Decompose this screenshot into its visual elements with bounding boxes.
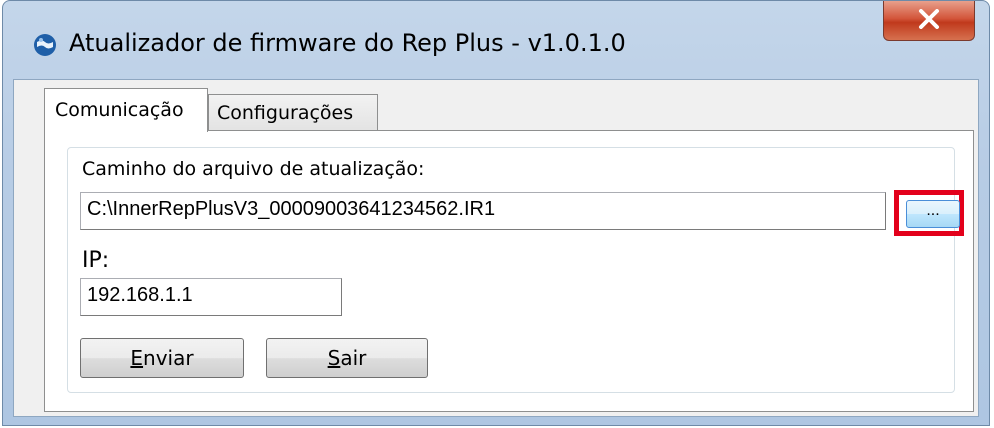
send-label: nviar (143, 346, 194, 370)
browse-button[interactable]: ... (906, 200, 960, 228)
title-bar[interactable]: Atualizador de firmware do Rep Plus - v1… (3, 1, 989, 81)
send-button[interactable]: Enviar (80, 338, 244, 378)
settings-group: Caminho do arquivo de atualização: C:\In… (67, 147, 964, 393)
file-path-input[interactable]: C:\InnerRepPlusV3_00009003641234562.IR1 (80, 192, 886, 230)
ip-input[interactable]: 192.168.1.1 (80, 278, 342, 316)
exit-mnemonic: S (327, 346, 341, 370)
exit-button[interactable]: Sair (266, 338, 428, 378)
tab-panel: Caminho do arquivo de atualização: C:\In… (44, 130, 974, 412)
tab-configuracoes[interactable]: Configurações (208, 94, 378, 131)
ip-label: IP: (82, 248, 110, 273)
client-area: Comunicação Configurações Caminho do arq… (13, 79, 979, 417)
exit-label: air (340, 346, 367, 370)
tab-comunicacao[interactable]: Comunicação (44, 88, 208, 132)
close-button[interactable] (883, 1, 975, 41)
window-title: Atualizador de firmware do Rep Plus - v1… (69, 29, 626, 57)
close-icon (919, 9, 939, 29)
path-label: Caminho do arquivo de atualização: (82, 158, 425, 180)
send-mnemonic: E (130, 346, 144, 370)
browse-highlight: ... (894, 190, 964, 236)
app-window: Atualizador de firmware do Rep Plus - v1… (2, 0, 990, 426)
globe-app-icon (33, 33, 57, 57)
